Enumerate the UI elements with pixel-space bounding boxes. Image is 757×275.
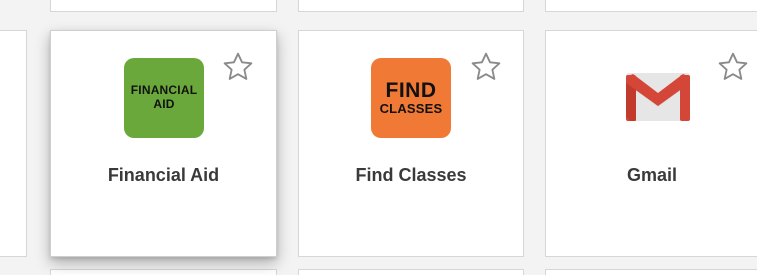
app-launcher-grid: FINANCIAL AID Financial Aid FIND CLASSES…: [0, 0, 757, 275]
tile-below-2[interactable]: [298, 269, 524, 275]
star-outline-icon[interactable]: [221, 50, 255, 84]
star-outline-icon[interactable]: [716, 50, 750, 84]
tile-above-1[interactable]: [50, 0, 277, 12]
financial-aid-icon: FINANCIAL AID: [124, 58, 204, 138]
tile-label: Find Classes: [355, 165, 467, 185]
gmail-icon: [626, 73, 690, 121]
star-outline-icon[interactable]: [469, 50, 503, 84]
tile-gmail[interactable]: Gmail: [545, 30, 757, 257]
tile-above-3[interactable]: [545, 0, 757, 12]
tile-financial-aid[interactable]: FINANCIAL AID Financial Aid: [50, 30, 277, 257]
tile-above-2[interactable]: [298, 0, 524, 12]
find-classes-icon-line2: CLASSES: [379, 100, 443, 116]
financial-aid-icon-line1: FINANCIAL: [130, 83, 198, 98]
tile-below-3[interactable]: [545, 269, 757, 275]
tile-below-1[interactable]: [50, 269, 277, 275]
tile-label: Gmail: [626, 165, 678, 185]
financial-aid-icon-line2: AID: [153, 97, 175, 111]
tile-left-partial[interactable]: [0, 30, 27, 257]
tile-label: Financial Aid: [107, 165, 220, 185]
find-classes-icon-line1: FIND: [385, 78, 437, 102]
tile-find-classes[interactable]: FIND CLASSES Find Classes: [298, 30, 524, 257]
find-classes-icon: FIND CLASSES: [371, 58, 451, 138]
